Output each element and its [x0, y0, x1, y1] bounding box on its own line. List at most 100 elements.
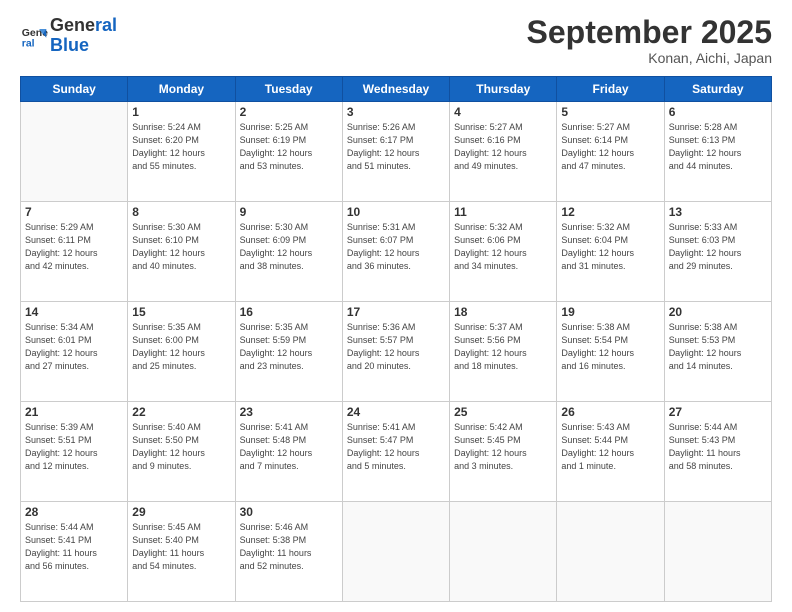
calendar-cell: 27 Sunrise: 5:44 AM Sunset: 5:43 PM Dayli… — [664, 402, 771, 502]
day-info: Sunrise: 5:38 AM Sunset: 5:53 PM Dayligh… — [669, 321, 767, 373]
calendar-cell: 29 Sunrise: 5:45 AM Sunset: 5:40 PM Dayli… — [128, 502, 235, 602]
weekday-header-saturday: Saturday — [664, 77, 771, 102]
day-number: 2 — [240, 105, 338, 119]
day-info: Sunrise: 5:46 AM Sunset: 5:38 PM Dayligh… — [240, 521, 338, 573]
weekday-header-thursday: Thursday — [450, 77, 557, 102]
day-info: Sunrise: 5:41 AM Sunset: 5:48 PM Dayligh… — [240, 421, 338, 473]
calendar-cell: 20Sunrise: 5:38 AM Sunset: 5:53 PM Dayli… — [664, 302, 771, 402]
calendar-week-row: 28Sunrise: 5:44 AM Sunset: 5:41 PM Dayli… — [21, 502, 772, 602]
day-number: 3 — [347, 105, 445, 119]
day-info: Sunrise: 5:34 AM Sunset: 6:01 PM Dayligh… — [25, 321, 123, 373]
calendar-table: SundayMondayTuesdayWednesdayThursdayFrid… — [20, 76, 772, 602]
weekday-header-friday: Friday — [557, 77, 664, 102]
calendar-cell: 19 Sunrise: 5:38 AM Sunset: 5:54 PM Dayli… — [557, 302, 664, 402]
day-info: Sunrise: 5:41 AM Sunset: 5:47 PM Dayligh… — [347, 421, 445, 473]
day-info: Sunrise: 5:44 AM Sunset: 5:41 PM Dayligh… — [25, 521, 123, 573]
day-number: 14 — [25, 305, 123, 319]
calendar-cell: 2 Sunrise: 5:25 AM Sunset: 6:19 PM Daylig… — [235, 102, 342, 202]
day-info: Sunrise: 5:24 AM Sunset: 6:20 PM Dayligh… — [132, 121, 230, 173]
day-number: 8 — [132, 205, 230, 219]
weekday-header-tuesday: Tuesday — [235, 77, 342, 102]
page-container: Gene ral General Blue September 2025 Kon… — [0, 0, 792, 612]
day-number: 29 — [132, 505, 230, 519]
day-number: 9 — [240, 205, 338, 219]
calendar-cell: 26 Sunrise: 5:43 AM Sunset: 5:44 PM Dayli… — [557, 402, 664, 502]
calendar-cell: 4 Sunrise: 5:27 AM Sunset: 6:16 PM Daylig… — [450, 102, 557, 202]
calendar-cell — [450, 502, 557, 602]
day-number: 18 — [454, 305, 552, 319]
day-number: 4 — [454, 105, 552, 119]
day-info: Sunrise: 5:43 AM Sunset: 5:44 PM Dayligh… — [561, 421, 659, 473]
day-number: 26 — [561, 405, 659, 419]
calendar-cell: 9Sunrise: 5:30 AM Sunset: 6:09 PM Daylig… — [235, 202, 342, 302]
day-number: 12 — [561, 205, 659, 219]
day-number: 1 — [132, 105, 230, 119]
calendar-cell: 5Sunrise: 5:27 AM Sunset: 6:14 PM Daylig… — [557, 102, 664, 202]
day-info: Sunrise: 5:44 AM Sunset: 5:43 PM Dayligh… — [669, 421, 767, 473]
day-number: 17 — [347, 305, 445, 319]
calendar-cell: 16Sunrise: 5:35 AM Sunset: 5:59 PM Dayli… — [235, 302, 342, 402]
day-number: 19 — [561, 305, 659, 319]
day-info: Sunrise: 5:28 AM Sunset: 6:13 PM Dayligh… — [669, 121, 767, 173]
calendar-cell: 23 Sunrise: 5:41 AM Sunset: 5:48 PM Dayli… — [235, 402, 342, 502]
weekday-header-sunday: Sunday — [21, 77, 128, 102]
location-subtitle: Konan, Aichi, Japan — [527, 50, 772, 66]
day-info: Sunrise: 5:42 AM Sunset: 5:45 PM Dayligh… — [454, 421, 552, 473]
weekday-header-row: SundayMondayTuesdayWednesdayThursdayFrid… — [21, 77, 772, 102]
calendar-cell: 15 Sunrise: 5:35 AM Sunset: 6:00 PM Dayli… — [128, 302, 235, 402]
day-number: 24 — [347, 405, 445, 419]
day-info: Sunrise: 5:27 AM Sunset: 6:16 PM Dayligh… — [454, 121, 552, 173]
calendar-cell: 28Sunrise: 5:44 AM Sunset: 5:41 PM Dayli… — [21, 502, 128, 602]
month-title: September 2025 — [527, 16, 772, 48]
calendar-cell — [557, 502, 664, 602]
logo-text: General Blue — [50, 16, 117, 56]
calendar-cell: 17 Sunrise: 5:36 AM Sunset: 5:57 PM Dayli… — [342, 302, 449, 402]
calendar-cell — [664, 502, 771, 602]
day-number: 10 — [347, 205, 445, 219]
day-info: Sunrise: 5:25 AM Sunset: 6:19 PM Dayligh… — [240, 121, 338, 173]
calendar-cell: 12 Sunrise: 5:32 AM Sunset: 6:04 PM Dayli… — [557, 202, 664, 302]
calendar-cell: 1 Sunrise: 5:24 AM Sunset: 6:20 PM Daylig… — [128, 102, 235, 202]
calendar-week-row: 14 Sunrise: 5:34 AM Sunset: 6:01 PM Dayli… — [21, 302, 772, 402]
calendar-cell: 10 Sunrise: 5:31 AM Sunset: 6:07 PM Dayli… — [342, 202, 449, 302]
day-number: 11 — [454, 205, 552, 219]
day-info: Sunrise: 5:32 AM Sunset: 6:04 PM Dayligh… — [561, 221, 659, 273]
day-number: 22 — [132, 405, 230, 419]
day-info: Sunrise: 5:39 AM Sunset: 5:51 PM Dayligh… — [25, 421, 123, 473]
calendar-cell: 30 Sunrise: 5:46 AM Sunset: 5:38 PM Dayli… — [235, 502, 342, 602]
weekday-header-wednesday: Wednesday — [342, 77, 449, 102]
calendar-cell: 7Sunrise: 5:29 AM Sunset: 6:11 PM Daylig… — [21, 202, 128, 302]
logo: Gene ral General Blue — [20, 16, 117, 56]
calendar-cell: 8 Sunrise: 5:30 AM Sunset: 6:10 PM Daylig… — [128, 202, 235, 302]
day-info: Sunrise: 5:26 AM Sunset: 6:17 PM Dayligh… — [347, 121, 445, 173]
day-info: Sunrise: 5:32 AM Sunset: 6:06 PM Dayligh… — [454, 221, 552, 273]
day-info: Sunrise: 5:37 AM Sunset: 5:56 PM Dayligh… — [454, 321, 552, 373]
calendar-cell: 11 Sunrise: 5:32 AM Sunset: 6:06 PM Dayli… — [450, 202, 557, 302]
day-number: 30 — [240, 505, 338, 519]
day-info: Sunrise: 5:40 AM Sunset: 5:50 PM Dayligh… — [132, 421, 230, 473]
day-number: 5 — [561, 105, 659, 119]
day-info: Sunrise: 5:45 AM Sunset: 5:40 PM Dayligh… — [132, 521, 230, 573]
day-number: 27 — [669, 405, 767, 419]
day-number: 15 — [132, 305, 230, 319]
weekday-header-monday: Monday — [128, 77, 235, 102]
day-info: Sunrise: 5:31 AM Sunset: 6:07 PM Dayligh… — [347, 221, 445, 273]
calendar-cell: 3 Sunrise: 5:26 AM Sunset: 6:17 PM Daylig… — [342, 102, 449, 202]
logo-icon: Gene ral — [20, 22, 48, 50]
day-info: Sunrise: 5:36 AM Sunset: 5:57 PM Dayligh… — [347, 321, 445, 373]
calendar-week-row: 7Sunrise: 5:29 AM Sunset: 6:11 PM Daylig… — [21, 202, 772, 302]
title-section: September 2025 Konan, Aichi, Japan — [527, 16, 772, 66]
calendar-cell: 22 Sunrise: 5:40 AM Sunset: 5:50 PM Dayli… — [128, 402, 235, 502]
calendar-cell: 14 Sunrise: 5:34 AM Sunset: 6:01 PM Dayli… — [21, 302, 128, 402]
calendar-week-row: 21Sunrise: 5:39 AM Sunset: 5:51 PM Dayli… — [21, 402, 772, 502]
calendar-cell — [21, 102, 128, 202]
day-info: Sunrise: 5:30 AM Sunset: 6:10 PM Dayligh… — [132, 221, 230, 273]
calendar-cell: 13Sunrise: 5:33 AM Sunset: 6:03 PM Dayli… — [664, 202, 771, 302]
day-info: Sunrise: 5:35 AM Sunset: 6:00 PM Dayligh… — [132, 321, 230, 373]
day-number: 25 — [454, 405, 552, 419]
day-info: Sunrise: 5:29 AM Sunset: 6:11 PM Dayligh… — [25, 221, 123, 273]
day-number: 6 — [669, 105, 767, 119]
day-number: 23 — [240, 405, 338, 419]
calendar-cell: 25 Sunrise: 5:42 AM Sunset: 5:45 PM Dayli… — [450, 402, 557, 502]
day-info: Sunrise: 5:38 AM Sunset: 5:54 PM Dayligh… — [561, 321, 659, 373]
